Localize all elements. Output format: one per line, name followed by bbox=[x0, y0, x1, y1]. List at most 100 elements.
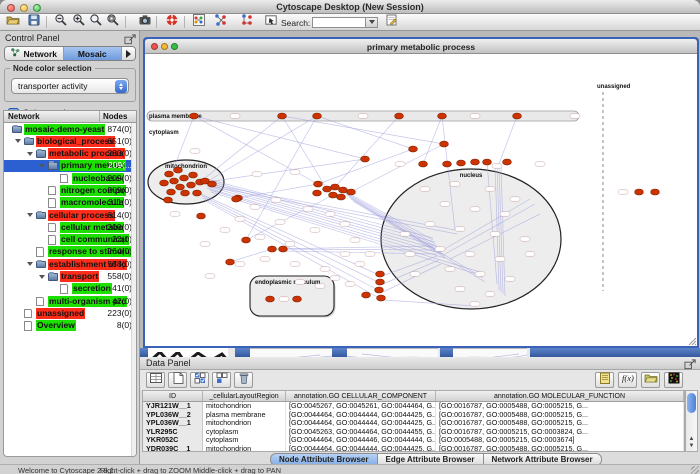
background-window[interactable] bbox=[250, 348, 332, 357]
graph-node[interactable] bbox=[242, 237, 251, 243]
tree-row-cellular-process[interactable]: cellular process614(0) bbox=[4, 209, 136, 221]
network-overview-button[interactable] bbox=[190, 15, 207, 30]
tree-scrollbar[interactable] bbox=[131, 123, 136, 457]
column-header[interactable]: ID bbox=[143, 391, 203, 401]
expander-icon[interactable] bbox=[15, 139, 21, 146]
table-row[interactable]: YPL036W__2plasma membrane[GO:0044464, GO… bbox=[143, 411, 684, 420]
table-row[interactable]: YKR052Ccytoplasm[GO:0044464, GO:0044446,… bbox=[143, 436, 684, 445]
control-panel-float-icon[interactable] bbox=[124, 33, 135, 43]
network-window-titlebar[interactable]: primary metabolic process bbox=[145, 39, 697, 54]
tree-row-primary-metabo[interactable]: primary metabo209(... bbox=[4, 160, 136, 172]
graph-node[interactable] bbox=[337, 194, 346, 200]
column-header[interactable]: annotation.GO CELLULAR_COMPONENT bbox=[286, 391, 436, 401]
zoom-fit-button[interactable] bbox=[87, 15, 104, 30]
expander-icon[interactable] bbox=[27, 262, 33, 269]
save-button[interactable] bbox=[25, 15, 42, 30]
import-folder-button[interactable] bbox=[641, 372, 660, 388]
column-header[interactable]: annotation.GO MOLECULAR_FUNCTION bbox=[436, 391, 684, 401]
expander-icon[interactable] bbox=[27, 152, 33, 159]
tree-row-transport[interactable]: transport558(0) bbox=[4, 271, 136, 283]
graph-node[interactable] bbox=[471, 159, 480, 165]
background-window[interactable] bbox=[453, 348, 527, 357]
expander-icon[interactable] bbox=[39, 164, 45, 171]
table-button[interactable] bbox=[146, 372, 165, 388]
trash-button[interactable] bbox=[234, 372, 253, 388]
layout-a-button[interactable] bbox=[212, 15, 229, 30]
graph-node[interactable] bbox=[331, 184, 340, 190]
annotation-select-button[interactable] bbox=[262, 15, 279, 30]
background-window[interactable] bbox=[347, 348, 438, 357]
graph-node[interactable] bbox=[419, 161, 428, 167]
graph-node[interactable] bbox=[176, 184, 185, 190]
graph-node[interactable] bbox=[293, 296, 302, 302]
graph-node[interactable] bbox=[347, 189, 356, 195]
graph-node[interactable] bbox=[189, 172, 198, 178]
layout-b-button[interactable] bbox=[238, 15, 255, 30]
tree-row-establishment-of-lo[interactable]: establishment of lo558(0) bbox=[4, 258, 136, 270]
graph-node[interactable] bbox=[395, 113, 404, 119]
attribute-table[interactable]: ID_cellularLayoutRegionannotation.GO CEL… bbox=[142, 390, 685, 452]
expander-icon[interactable] bbox=[27, 213, 33, 220]
graph-node[interactable] bbox=[329, 192, 338, 198]
tree-row-overview[interactable]: Overview8(0) bbox=[4, 320, 136, 332]
network-canvas[interactable]: plasma membranecytoplasmmitochondrionnuc… bbox=[145, 54, 697, 346]
formula-fx-button[interactable]: f(x) bbox=[618, 372, 637, 388]
graph-node[interactable] bbox=[409, 146, 418, 152]
tree-row-cell-communicat[interactable]: cell communicat22(0) bbox=[4, 234, 136, 246]
table-row[interactable]: YLR295Ccytoplasm[GO:0045263, GO:0044464,… bbox=[143, 428, 684, 437]
table-row[interactable]: YPL036W__1mitochondrion[GO:0044464, GO:0… bbox=[143, 419, 684, 428]
graph-node[interactable] bbox=[164, 197, 173, 203]
data-panel-float-icon[interactable] bbox=[684, 358, 695, 368]
graph-node[interactable] bbox=[438, 113, 447, 119]
select-attributes-button[interactable] bbox=[190, 372, 209, 388]
graph-node[interactable] bbox=[208, 181, 217, 187]
graph-node[interactable] bbox=[314, 181, 323, 187]
graph-node[interactable] bbox=[513, 113, 522, 119]
graph-node[interactable] bbox=[313, 113, 322, 119]
graph-node[interactable] bbox=[226, 259, 235, 265]
network-view-window[interactable]: primary metabolic process plasma membran… bbox=[143, 37, 699, 348]
graph-node[interactable] bbox=[457, 160, 466, 166]
snapshot-camera-button[interactable] bbox=[136, 15, 153, 30]
tree-row-macromolecule[interactable]: macromolecule311(0) bbox=[4, 197, 136, 209]
search-input[interactable] bbox=[312, 17, 366, 28]
graph-node[interactable] bbox=[160, 180, 169, 186]
unselect-attributes-button[interactable] bbox=[212, 372, 231, 388]
help-lifering-button[interactable] bbox=[163, 15, 180, 30]
graph-node[interactable] bbox=[440, 141, 449, 147]
background-window[interactable] bbox=[140, 348, 148, 357]
graph-node[interactable] bbox=[635, 189, 644, 195]
graph-node[interactable] bbox=[190, 113, 199, 119]
new-doc-button[interactable] bbox=[168, 372, 187, 388]
table-row[interactable]: YDR039C__1mitochondrion[GO:0044464, GO:0… bbox=[143, 445, 684, 452]
graph-node[interactable] bbox=[232, 196, 241, 202]
tree-header[interactable]: Network Nodes bbox=[4, 111, 136, 123]
zoom-out-button[interactable] bbox=[52, 15, 69, 30]
search-options-button[interactable] bbox=[383, 15, 400, 30]
matrix-button[interactable] bbox=[664, 372, 683, 388]
graph-node[interactable] bbox=[375, 287, 384, 293]
graph-node[interactable] bbox=[181, 190, 190, 196]
graph-node[interactable] bbox=[167, 189, 176, 195]
graph-node[interactable] bbox=[483, 159, 492, 165]
graph-node[interactable] bbox=[313, 190, 322, 196]
tree-row-biological-process[interactable]: biological_process651(0) bbox=[4, 135, 136, 147]
graph-node[interactable] bbox=[323, 186, 332, 192]
scrollbar-arrows[interactable]: ▲▼ bbox=[686, 436, 697, 450]
graph-node[interactable] bbox=[266, 296, 275, 302]
tab-scroll-right-button[interactable] bbox=[122, 47, 135, 60]
graph-node[interactable] bbox=[377, 295, 386, 301]
tab-network[interactable]: Network bbox=[5, 47, 64, 60]
graph-node[interactable] bbox=[174, 167, 183, 173]
graph-node[interactable] bbox=[361, 156, 370, 162]
graph-node[interactable] bbox=[278, 113, 287, 119]
graph-node[interactable] bbox=[193, 190, 202, 196]
graph-node[interactable] bbox=[376, 271, 385, 277]
zoom-selected-button[interactable] bbox=[104, 15, 121, 30]
background-window[interactable] bbox=[332, 348, 347, 357]
canvas-resize-grip[interactable] bbox=[689, 338, 696, 345]
graph-node[interactable] bbox=[165, 171, 174, 177]
background-window[interactable] bbox=[530, 348, 700, 357]
graph-node[interactable] bbox=[376, 279, 385, 285]
graph-node[interactable] bbox=[268, 246, 277, 252]
